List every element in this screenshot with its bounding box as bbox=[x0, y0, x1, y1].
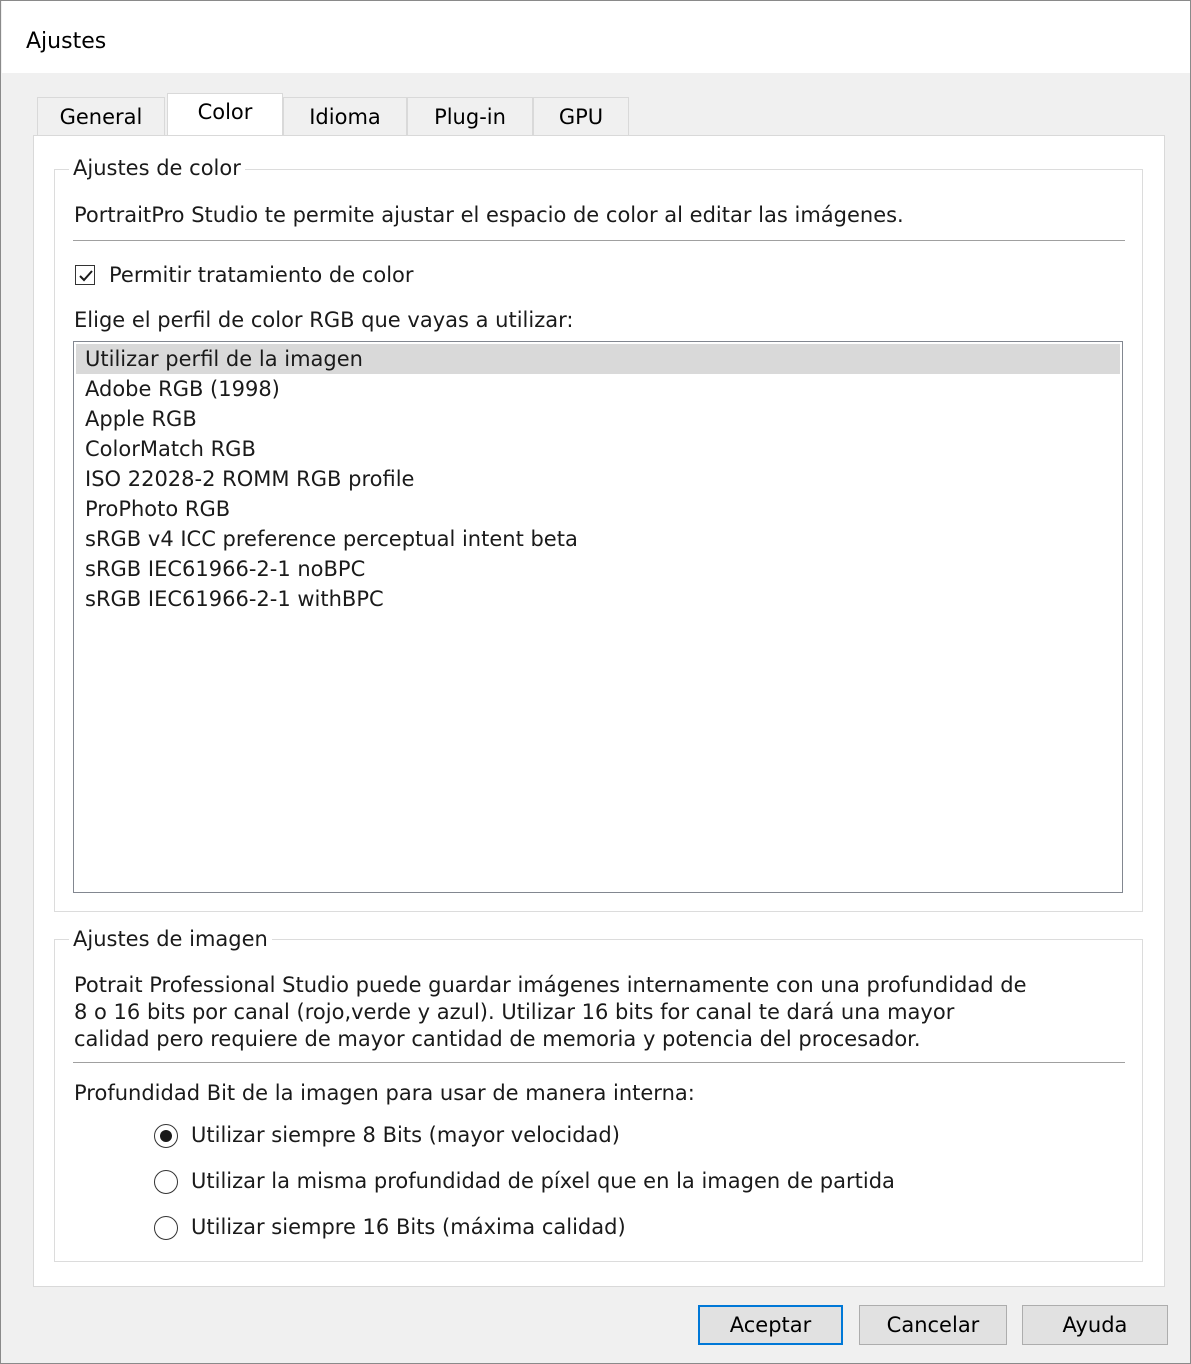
list-item[interactable]: Apple RGB bbox=[76, 404, 1120, 434]
color-settings-legend: Ajustes de color bbox=[69, 156, 245, 180]
ok-button[interactable]: Aceptar bbox=[698, 1305, 843, 1345]
cancel-button[interactable]: Cancelar bbox=[859, 1305, 1007, 1345]
list-item[interactable]: ProPhoto RGB bbox=[76, 494, 1120, 524]
tab-color[interactable]: Color bbox=[167, 93, 283, 135]
image-settings-separator bbox=[73, 1062, 1125, 1063]
enable-color-management-label[interactable]: Permitir tratamiento de color bbox=[109, 263, 414, 287]
radio-selected-dot-icon bbox=[160, 1130, 172, 1142]
list-item[interactable]: ISO 22028-2 ROMM RGB profile bbox=[76, 464, 1120, 494]
list-item[interactable]: sRGB IEC61966-2-1 noBPC bbox=[76, 554, 1120, 584]
radio-same-as-source[interactable] bbox=[154, 1170, 178, 1194]
color-settings-description: PortraitPro Studio te permite ajustar el… bbox=[74, 203, 904, 227]
settings-dialog: Ajustes General Color Idioma Plug-in GPU… bbox=[0, 0, 1191, 1364]
list-item[interactable]: sRGB IEC61966-2-1 withBPC bbox=[76, 584, 1120, 614]
tab-plug-in[interactable]: Plug-in bbox=[407, 97, 533, 135]
color-settings-separator bbox=[73, 240, 1125, 241]
radio-8-bits[interactable] bbox=[154, 1124, 178, 1148]
help-button[interactable]: Ayuda bbox=[1022, 1305, 1168, 1345]
list-item[interactable]: Utilizar perfil de la imagen bbox=[76, 344, 1120, 374]
profile-prompt: Elige el perfil de color RGB que vayas a… bbox=[74, 308, 574, 332]
list-item[interactable]: sRGB v4 ICC preference perceptual intent… bbox=[76, 524, 1120, 554]
color-profile-listbox[interactable]: Utilizar perfil de la imagen Adobe RGB (… bbox=[73, 341, 1123, 893]
list-item[interactable]: ColorMatch RGB bbox=[76, 434, 1120, 464]
radio-8-bits-label[interactable]: Utilizar siempre 8 Bits (mayor velocidad… bbox=[191, 1123, 620, 1147]
tab-general[interactable]: General bbox=[37, 97, 165, 135]
tab-idioma[interactable]: Idioma bbox=[283, 97, 407, 135]
list-item[interactable]: Adobe RGB (1998) bbox=[76, 374, 1120, 404]
image-settings-description-line-2: 8 o 16 bits por canal (rojo,verde y azul… bbox=[74, 1000, 955, 1024]
radio-same-as-source-label[interactable]: Utilizar la misma profundidad de píxel q… bbox=[191, 1169, 895, 1193]
image-settings-description-line-1: Potrait Professional Studio puede guarda… bbox=[74, 973, 1027, 997]
radio-16-bits[interactable] bbox=[154, 1216, 178, 1240]
window-title: Ajustes bbox=[26, 29, 107, 54]
checkmark-icon bbox=[79, 270, 93, 282]
radio-16-bits-label[interactable]: Utilizar siempre 16 Bits (máxima calidad… bbox=[191, 1215, 626, 1239]
image-settings-description-line-3: calidad pero requiere de mayor cantidad … bbox=[74, 1027, 921, 1051]
title-bar[interactable]: Ajustes bbox=[2, 1, 1190, 73]
bit-depth-prompt: Profundidad Bit de la imagen para usar d… bbox=[74, 1081, 695, 1105]
tab-gpu[interactable]: GPU bbox=[533, 97, 629, 135]
enable-color-management-checkbox[interactable] bbox=[75, 265, 95, 285]
image-settings-legend: Ajustes de imagen bbox=[69, 927, 272, 951]
